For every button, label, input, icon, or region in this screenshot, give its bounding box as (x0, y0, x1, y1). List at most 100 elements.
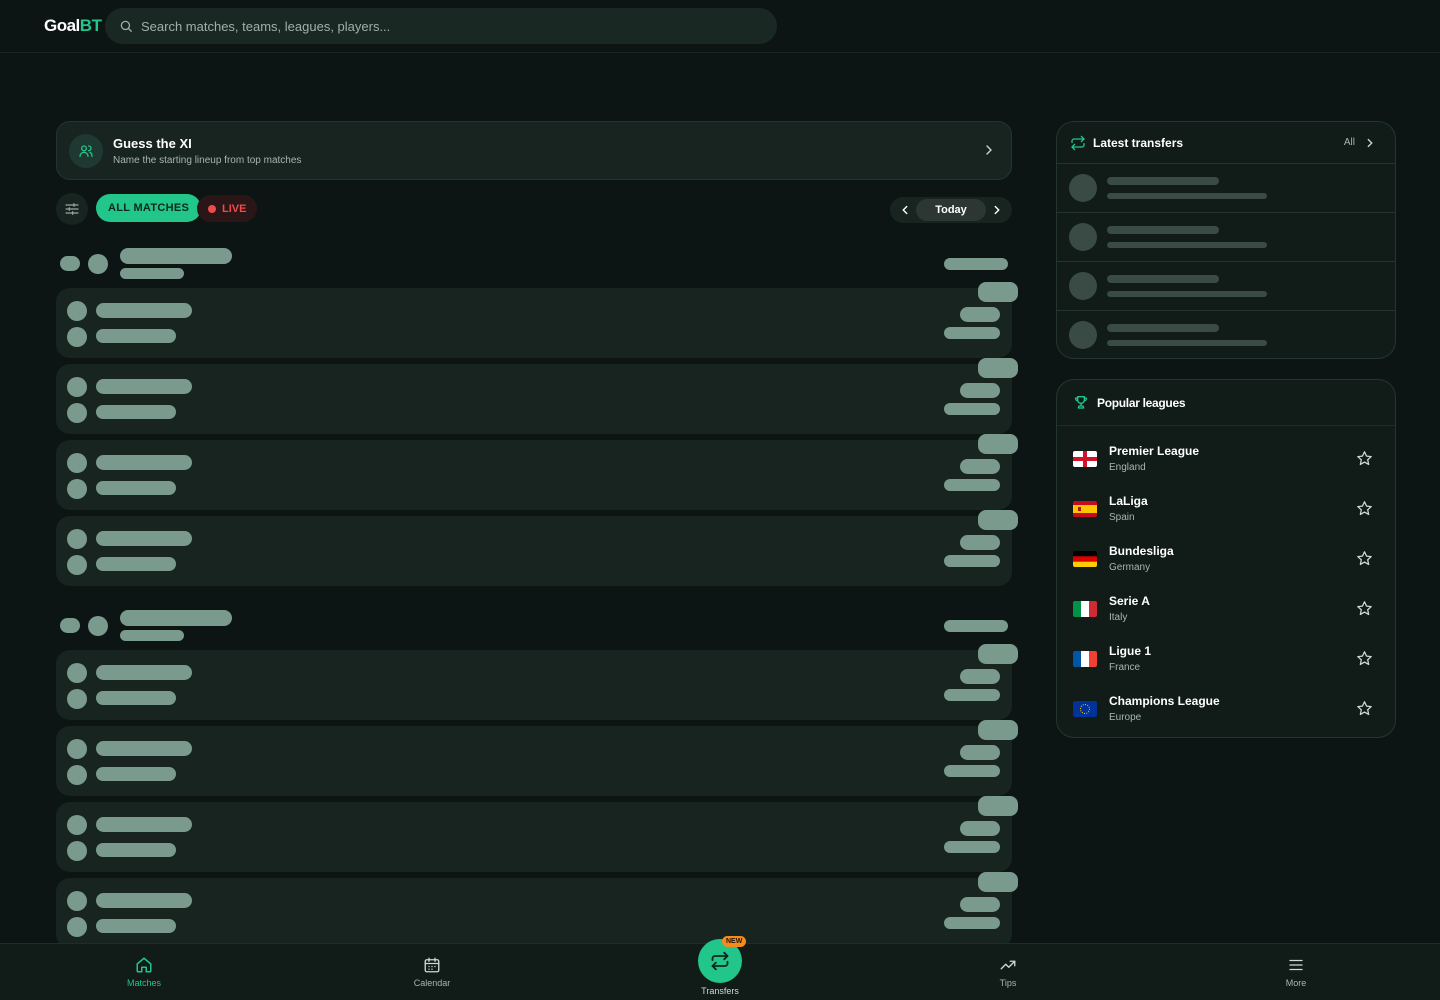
nav-matches[interactable]: Matches (104, 944, 184, 1000)
skeleton-time (944, 403, 1000, 415)
nav-more[interactable]: More (1256, 944, 1336, 1000)
chevron-right-icon (986, 145, 992, 155)
skeleton-avatar (1069, 174, 1097, 202)
match-row-skeleton[interactable] (56, 644, 1018, 720)
skeleton-team-logo (67, 841, 87, 861)
popular-leagues-title: Popular leagues (1097, 396, 1186, 410)
skeleton-score (960, 669, 1000, 684)
skeleton-score (978, 434, 1018, 454)
nav-tips[interactable]: Tips (968, 944, 1048, 1000)
star-icon[interactable] (1356, 550, 1373, 567)
users-icon (69, 134, 103, 168)
match-row-skeleton[interactable] (56, 720, 1018, 796)
skeleton-team-logo (67, 327, 87, 347)
skeleton-team-logo (67, 663, 87, 683)
star-icon[interactable] (1356, 500, 1373, 517)
home-icon (136, 957, 152, 973)
skeleton-score (978, 282, 1018, 302)
skeleton-league-logo (88, 616, 108, 636)
transfer-row-skeleton[interactable] (1057, 213, 1395, 262)
league-item-ligue-1[interactable]: Ligue 1 France (1057, 632, 1395, 682)
skeleton-time (944, 479, 1000, 491)
date-today-button[interactable]: Today (916, 199, 986, 221)
skeleton-score (978, 358, 1018, 378)
transfer-row-skeleton[interactable] (1057, 262, 1395, 311)
match-row-skeleton[interactable] (56, 510, 1018, 586)
league-country: Italy (1109, 612, 1128, 623)
skeleton-team-logo (67, 689, 87, 709)
menu-icon (1289, 959, 1303, 971)
skeleton-league-flag (60, 256, 80, 271)
guess-the-xi-card[interactable]: Guess the XI Name the starting lineup fr… (56, 121, 1012, 180)
match-row-skeleton[interactable] (56, 282, 1018, 358)
transfer-arrows-icon (1071, 135, 1085, 151)
transfer-arrows-icon (711, 951, 729, 971)
league-item-serie-a[interactable]: Serie A Italy (1057, 582, 1395, 632)
skeleton-team-logo (67, 403, 87, 423)
skeleton-line (1107, 226, 1219, 234)
new-badge: NEW (722, 936, 747, 947)
popular-leagues-card: Popular leagues Premier League England L… (1056, 379, 1396, 738)
league-item-laliga[interactable]: LaLiga Spain (1057, 482, 1395, 532)
transfers-all-link[interactable]: All (1344, 137, 1355, 148)
star-icon[interactable] (1356, 700, 1373, 717)
skeleton-score (978, 796, 1018, 816)
app-logo[interactable]: GoalBT (44, 16, 102, 36)
skeleton-team-logo (67, 739, 87, 759)
skeleton-team-logo (67, 453, 87, 473)
transfers-title: Latest transfers (1093, 136, 1184, 150)
skeleton-team-logo (67, 555, 87, 575)
match-row-skeleton[interactable] (56, 872, 1018, 948)
search-input[interactable] (141, 18, 741, 34)
logo-text-primary: Goal (44, 16, 80, 35)
match-row-skeleton[interactable] (56, 796, 1018, 872)
skeleton-team-name (96, 379, 192, 394)
chevron-right-icon[interactable] (990, 203, 1004, 217)
skeleton-team-name (96, 665, 192, 680)
skeleton-league-country (120, 630, 184, 641)
skeleton-team-name (96, 455, 192, 470)
skeleton-score (978, 510, 1018, 530)
nav-tips-label: Tips (999, 978, 1017, 988)
skeleton-team-logo (67, 377, 87, 397)
skeleton-team-logo (67, 479, 87, 499)
skeleton-team-name (96, 557, 176, 571)
skeleton-team-logo (67, 529, 87, 549)
nav-calendar[interactable]: Calendar (392, 944, 472, 1000)
nav-transfers-label: Transfers (701, 986, 739, 996)
trending-up-icon (1000, 960, 1016, 970)
skeleton-team-name (96, 405, 176, 419)
filter-button[interactable] (56, 193, 88, 225)
chevron-left-icon[interactable] (898, 203, 912, 217)
skeleton-team-name (96, 741, 192, 756)
league-item-bundesliga[interactable]: Bundesliga Germany (1057, 532, 1395, 582)
league-name: Champions League (1109, 694, 1220, 708)
guess-subtitle: Name the starting lineup from top matche… (113, 155, 302, 166)
skeleton-league-name (120, 610, 232, 626)
skeleton-line (1107, 177, 1219, 185)
skeleton-score (960, 383, 1000, 398)
skeleton-score (978, 720, 1018, 740)
league-name: Serie A (1109, 594, 1150, 608)
league-country: France (1109, 662, 1141, 673)
match-row-skeleton[interactable] (56, 434, 1018, 510)
skeleton-time (944, 327, 1000, 339)
spain-flag-icon (1073, 501, 1097, 517)
league-item-champions-league[interactable]: Champions League Europe (1057, 682, 1395, 732)
live-tab[interactable]: LIVE (197, 195, 258, 222)
chevron-right-icon[interactable] (1363, 136, 1377, 150)
match-row-skeleton[interactable] (56, 358, 1018, 434)
star-icon[interactable] (1356, 650, 1373, 667)
transfer-row-skeleton[interactable] (1057, 311, 1395, 360)
star-icon[interactable] (1356, 450, 1373, 467)
popular-leagues-header: Popular leagues (1057, 380, 1395, 426)
league-item-premier-league[interactable]: Premier League England (1057, 432, 1395, 482)
skeleton-team-name (96, 893, 192, 908)
search-bar[interactable] (105, 8, 777, 44)
skeleton-time (944, 689, 1000, 701)
nav-transfers[interactable]: NEW Transfers (680, 934, 760, 1000)
transfer-row-skeleton[interactable] (1057, 164, 1395, 213)
skeleton-line (1107, 275, 1219, 283)
star-icon[interactable] (1356, 600, 1373, 617)
all-matches-tab[interactable]: ALL MATCHES (96, 194, 202, 222)
